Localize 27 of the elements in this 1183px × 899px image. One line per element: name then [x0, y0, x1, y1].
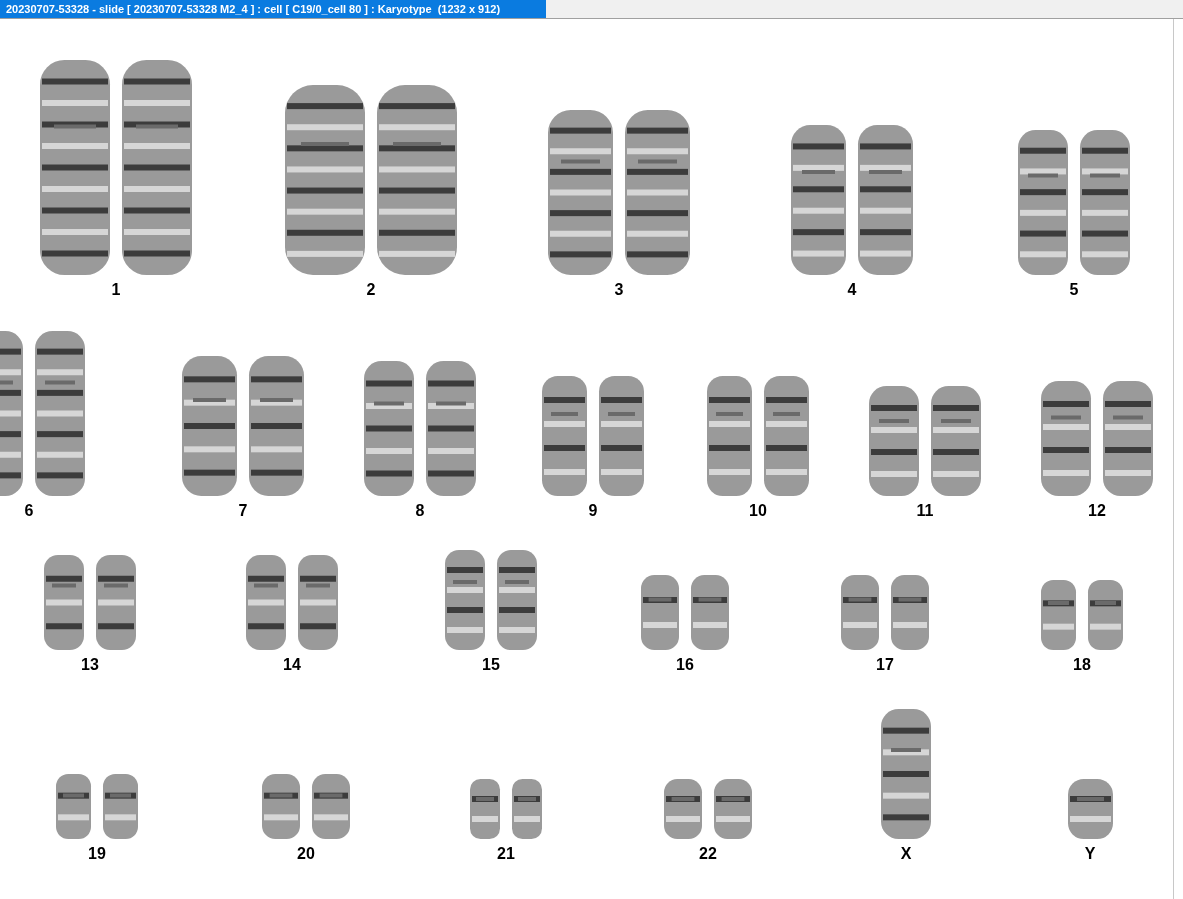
chromosome-label: 11 — [916, 502, 934, 520]
chromosome-pair-drawing — [470, 779, 542, 839]
chromosome-label: 14 — [283, 656, 301, 674]
chromosome-label: 1 — [111, 281, 121, 299]
chromosome-label: 12 — [1088, 502, 1106, 520]
chromosome-label: X — [900, 845, 912, 863]
chromosome-label: 22 — [699, 845, 717, 863]
window-title: 20230707-53328 - slide [ 20230707-53328 M2_4 ] : cell [ C19/0_cell 80 ] : Karyotype (1232 x 912) — [0, 0, 546, 18]
chromosome-label: 17 — [876, 656, 894, 674]
chromosome-label: 5 — [1069, 281, 1079, 299]
chromosome-label: 13 — [81, 656, 99, 674]
chromosome-label: 20 — [297, 845, 315, 863]
chromosome-label: 6 — [24, 502, 34, 520]
chromosome-drawing — [1067, 779, 1113, 839]
chromosome-label: 7 — [238, 502, 248, 520]
chromosome-label: 3 — [614, 281, 624, 299]
chromosome-label: 16 — [676, 656, 694, 674]
chromosome-label: 2 — [366, 281, 376, 299]
chromosome-label: 19 — [88, 845, 106, 863]
chromosome-label: 18 — [1073, 656, 1091, 674]
chromosome-label: 9 — [588, 502, 598, 520]
chromosome-label: 4 — [847, 281, 857, 299]
chromosome-label: Y — [1084, 845, 1096, 863]
chromosome-label: 8 — [415, 502, 425, 520]
chromosome-label: 21 — [497, 845, 515, 863]
chromosome-label: 10 — [749, 502, 767, 520]
chromosome-label: 15 — [482, 656, 500, 674]
